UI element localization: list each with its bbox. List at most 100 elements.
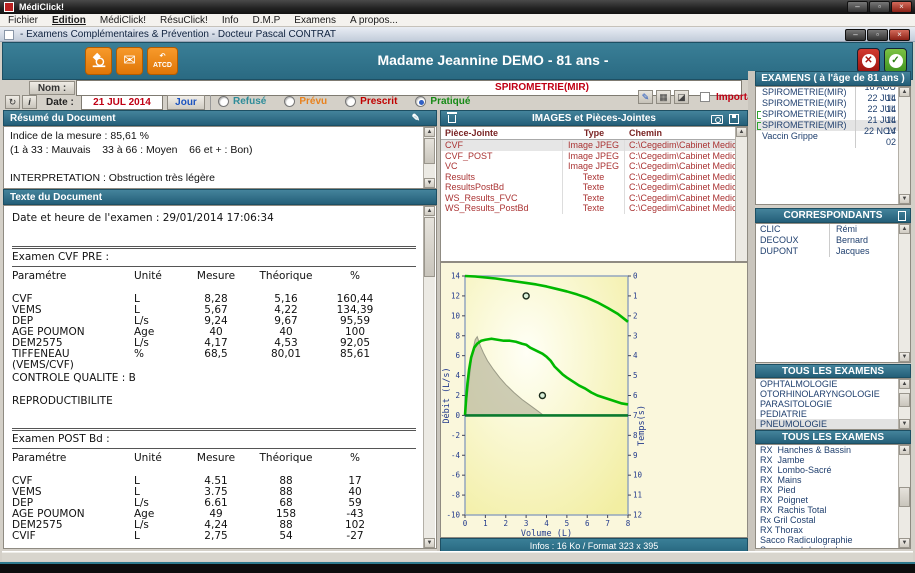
tous-item[interactable]: RX Mains bbox=[756, 475, 910, 485]
image-export-icon[interactable]: ◪ bbox=[674, 90, 689, 104]
menu-item-0[interactable]: Fichier bbox=[8, 14, 38, 27]
attachment-row[interactable]: CVFImage JPEGC:\Cegedim\Cabinet Medical … bbox=[441, 140, 747, 151]
tous-item[interactable]: RX Jambe bbox=[756, 455, 910, 465]
tous-item[interactable]: RX Thorax bbox=[756, 525, 910, 535]
status-label: Pratiqué bbox=[430, 96, 470, 107]
radio-icon[interactable] bbox=[345, 96, 356, 107]
atcd-button[interactable]: ↶ ATCD bbox=[147, 47, 178, 75]
tous-examens-1-scrollbar[interactable]: ▲ ▼ bbox=[898, 379, 910, 429]
minimize-button[interactable]: – bbox=[847, 1, 868, 13]
radio-icon[interactable] bbox=[415, 96, 426, 107]
tous-item[interactable]: PEDIATRIE bbox=[756, 409, 910, 419]
scroll-up-icon[interactable]: ▲ bbox=[736, 127, 747, 137]
tous-item[interactable]: Scanner abdominal bbox=[756, 545, 910, 549]
close-button[interactable]: × bbox=[891, 1, 912, 13]
date-input[interactable]: 21 JUL 2014 bbox=[81, 95, 163, 110]
edit-pencil-icon[interactable]: ✎ bbox=[638, 90, 653, 104]
radio-icon[interactable] bbox=[284, 96, 295, 107]
doc-sections: Examen CVF PRE :ParamétreUnitéMesureThéo… bbox=[12, 246, 416, 542]
tous-item[interactable]: RX Pied bbox=[756, 485, 910, 495]
tous-item[interactable]: Rx Gril Costal bbox=[756, 515, 910, 525]
tous-item[interactable]: RX Lombo-Sacré bbox=[756, 465, 910, 475]
trash-icon[interactable] bbox=[448, 115, 456, 123]
info-button[interactable]: i bbox=[22, 95, 37, 109]
menu-item-4[interactable]: Info bbox=[222, 14, 239, 27]
scroll-down-icon[interactable]: ▼ bbox=[899, 419, 910, 429]
calculator-icon[interactable]: ▦ bbox=[656, 90, 671, 104]
doc-cell: L bbox=[134, 294, 186, 305]
scroll-up-icon[interactable]: ▲ bbox=[424, 127, 435, 137]
status-Prescrit[interactable]: Prescrit bbox=[345, 96, 397, 107]
cancel-exam-button[interactable]: ✕ bbox=[857, 48, 880, 73]
menu-item-7[interactable]: A propos... bbox=[350, 14, 398, 27]
correspondant-row[interactable]: CLICRémi bbox=[756, 224, 910, 235]
tous-item[interactable]: PNEUMOLOGIE bbox=[756, 419, 910, 429]
menu-item-3[interactable]: RésuClick! bbox=[160, 14, 208, 27]
texte-body[interactable]: Date et heure de l'examen : 29/01/2014 1… bbox=[3, 205, 437, 549]
scroll-down-icon[interactable]: ▼ bbox=[899, 194, 910, 204]
scroll-down-icon[interactable]: ▼ bbox=[899, 352, 910, 362]
status-Pratiqué[interactable]: Pratiqué bbox=[415, 96, 470, 107]
save-disk-icon[interactable] bbox=[729, 114, 739, 124]
exam-row[interactable]: Vaccin Grippe22 NOV 02 bbox=[756, 131, 910, 142]
status-Prévu[interactable]: Prévu bbox=[284, 96, 327, 107]
attachment-row[interactable]: CVF_POSTImage JPEGC:\Cegedim\Cabinet Med… bbox=[441, 151, 747, 162]
correspondants-scrollbar[interactable]: ▲ ▼ bbox=[898, 224, 910, 362]
tous-item[interactable]: RX Poignet bbox=[756, 495, 910, 505]
menu-item-1[interactable]: Edition bbox=[52, 14, 86, 27]
doc-cell: L bbox=[134, 476, 186, 487]
tous-item[interactable]: OPHTALMOLOGIE bbox=[756, 379, 910, 389]
tous-item[interactable]: RX Hanches & Bassin bbox=[756, 445, 910, 455]
refresh-button[interactable]: ↻ bbox=[5, 95, 20, 109]
attachment-row[interactable]: WS_Results_PostBdTexteC:\Cegedim\Cabinet… bbox=[441, 203, 747, 214]
tous-item[interactable]: RX Rachis Total bbox=[756, 505, 910, 515]
menu-item-2[interactable]: MédiClick! bbox=[100, 14, 146, 27]
tous-examens-2-scrollbar[interactable]: ▲ ▼ bbox=[898, 445, 910, 548]
section-rule bbox=[12, 246, 416, 249]
scroll-up-icon[interactable]: ▲ bbox=[424, 206, 435, 216]
status-Refusé[interactable]: Refusé bbox=[218, 96, 266, 107]
mail-button[interactable]: ✉ bbox=[116, 47, 143, 75]
attachment-row[interactable]: VCImage JPEGC:\Cegedim\Cabinet Medical V… bbox=[441, 161, 747, 172]
scroll-up-icon[interactable]: ▲ bbox=[899, 445, 910, 455]
tous-item[interactable]: PARASITOLOGIE bbox=[756, 399, 910, 409]
doc-col-header: Mesure bbox=[186, 453, 246, 464]
texte-scrollbar[interactable]: ▲ ▼ bbox=[423, 206, 435, 548]
scroll-down-icon[interactable]: ▼ bbox=[899, 538, 910, 548]
radio-icon[interactable] bbox=[218, 96, 229, 107]
resume-scrollbar[interactable]: ▲ ▼ bbox=[423, 127, 435, 188]
camera-icon[interactable] bbox=[711, 115, 723, 124]
jour-button[interactable]: Jour bbox=[167, 95, 205, 110]
scroll-up-icon[interactable]: ▲ bbox=[899, 379, 910, 389]
attachment-row[interactable]: ResultsPostBdTexteC:\Cegedim\Cabinet Med… bbox=[441, 182, 747, 193]
mdi-restore-button[interactable]: ▫ bbox=[867, 29, 888, 41]
menu-item-6[interactable]: Examens bbox=[294, 14, 336, 27]
exam-name: SPIROMETRIE(MIR) bbox=[762, 98, 855, 109]
attachment-row[interactable]: ResultsTexteC:\Cegedim\Cabinet Medical V… bbox=[441, 172, 747, 183]
scroll-up-icon[interactable]: ▲ bbox=[899, 224, 910, 234]
correspondant-row[interactable]: DECOUXBernard bbox=[756, 235, 910, 246]
note-icon[interactable]: ✎ bbox=[412, 113, 420, 124]
important-checkbox[interactable] bbox=[700, 92, 710, 102]
page-icon[interactable] bbox=[898, 211, 906, 221]
attachments-scrollbar[interactable]: ▲ bbox=[735, 127, 747, 261]
scroll-down-icon[interactable]: ▼ bbox=[424, 178, 435, 188]
menu-item-5[interactable]: D.M.P bbox=[253, 14, 281, 27]
tous-item[interactable]: Sacco Radiculographie bbox=[756, 535, 910, 545]
attachment-row[interactable]: WS_Results_FVCTexteC:\Cegedim\Cabinet Me… bbox=[441, 193, 747, 204]
correspondant-row[interactable]: DUPONTJacques bbox=[756, 246, 910, 257]
maximize-button[interactable]: ▫ bbox=[869, 1, 890, 13]
envelope-icon: ✉ bbox=[123, 52, 136, 69]
mdi-close-button[interactable]: × bbox=[889, 29, 910, 41]
scroll-up-icon[interactable]: ▲ bbox=[899, 87, 910, 97]
svg-text:4: 4 bbox=[455, 371, 460, 380]
examens-scrollbar[interactable]: ▲ ▼ bbox=[898, 87, 910, 204]
scroll-down-icon[interactable]: ▼ bbox=[424, 538, 435, 548]
microscope-button[interactable] bbox=[85, 47, 112, 75]
tous-item[interactable]: OTORHINOLARYNGOLOGIE bbox=[756, 389, 910, 399]
section-rule bbox=[12, 448, 416, 449]
mdi-minimize-button[interactable]: – bbox=[845, 29, 866, 41]
cancel-x-icon: ✕ bbox=[862, 54, 876, 68]
validate-exam-button[interactable]: ✓ bbox=[884, 48, 907, 73]
svg-text:8: 8 bbox=[455, 331, 460, 340]
